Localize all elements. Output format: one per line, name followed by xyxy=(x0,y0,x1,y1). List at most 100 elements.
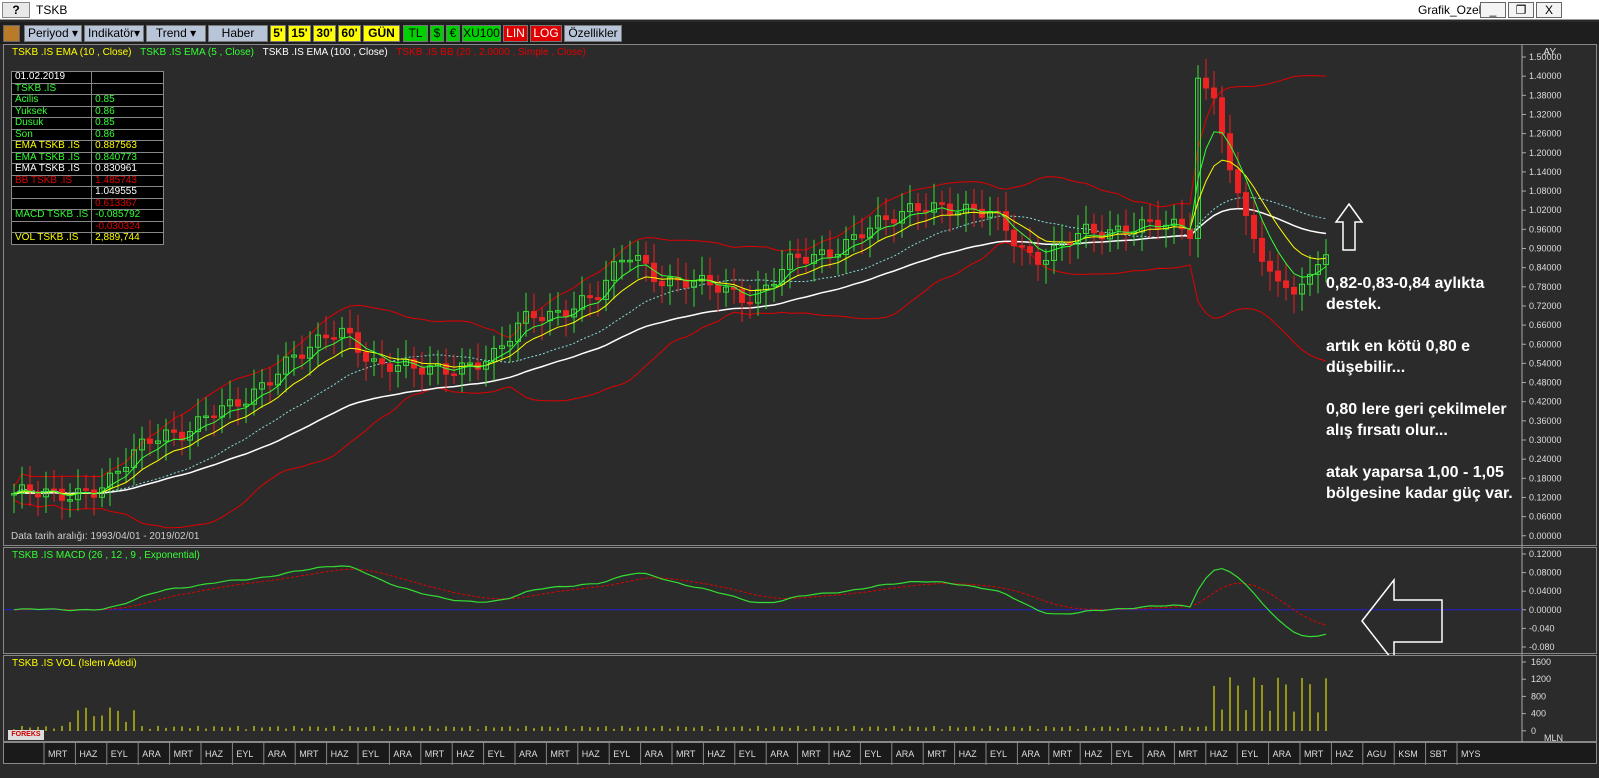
period-60-button[interactable]: 60' xyxy=(338,25,361,42)
time-label: ARA xyxy=(896,749,915,759)
info-key: EMA TSKB .IS xyxy=(10,151,93,164)
time-label: EYL xyxy=(488,749,505,759)
candle-body xyxy=(1291,286,1297,295)
time-label: MRT xyxy=(299,749,319,759)
info-value: 0.85 xyxy=(91,94,165,107)
time-label: HAZ xyxy=(79,749,98,759)
vol-tick-label: 1200 xyxy=(1531,674,1551,684)
bb-middle-line xyxy=(13,196,1327,494)
time-label: MRT xyxy=(1178,749,1198,759)
close-button[interactable]: X xyxy=(1536,2,1562,18)
log-scale-button[interactable]: LOG xyxy=(530,25,562,42)
candle-body xyxy=(419,367,425,375)
ozellikler-button[interactable]: Özellikler xyxy=(564,25,622,42)
info-row: TSKB .IS xyxy=(10,82,165,95)
info-row: EMA TSKB .IS 0.830961 xyxy=(10,163,165,176)
macd-tick-label: -0.040 xyxy=(1529,623,1555,633)
candle-body xyxy=(747,301,753,305)
time-label: ARA xyxy=(770,749,789,759)
candle-body xyxy=(379,358,385,365)
candle-body xyxy=(1243,192,1249,217)
price-tick-label: 0.24000 xyxy=(1529,454,1562,464)
currency-eur-button[interactable]: € xyxy=(446,25,460,42)
info-row: VOL TSKB .IS 2,889,744 xyxy=(10,232,165,245)
candle-body xyxy=(1211,87,1217,99)
time-label: ARA xyxy=(268,749,287,759)
window-name: Grafik_Ozel xyxy=(1418,3,1482,17)
info-value: 1.049555 xyxy=(91,186,165,199)
symbol-title: TSKB xyxy=(36,3,68,17)
candle-body xyxy=(915,203,921,212)
indikator-label: Indikatör xyxy=(87,26,134,40)
time-label: HAZ xyxy=(205,749,224,759)
time-label: MRT xyxy=(802,749,822,759)
volume-panel[interactable]: TSKB .IS VOL (Islem Adedi) 1600 1200 800 40… xyxy=(3,655,1597,743)
volume-chart: 160012008004000MLN xyxy=(13,656,1563,743)
currency-tl-button[interactable]: TL xyxy=(403,25,428,42)
time-label: ARA xyxy=(1147,749,1166,759)
period-gun-button[interactable]: GÜN xyxy=(363,25,400,42)
candle-body xyxy=(531,311,537,319)
price-tick-label: 0.72000 xyxy=(1529,301,1562,311)
minimize-button[interactable]: _ xyxy=(1480,2,1506,18)
currency-usd-button[interactable]: $ xyxy=(430,25,444,42)
price-tick-label: 0.60000 xyxy=(1529,339,1562,349)
candle-body xyxy=(1203,77,1209,89)
candle-body xyxy=(1027,246,1033,253)
time-label: HAZ xyxy=(582,749,601,759)
info-row: -0.030324 xyxy=(10,220,165,233)
price-tick-label: 0.36000 xyxy=(1529,416,1562,426)
time-label: HAZ xyxy=(1084,749,1103,759)
linear-scale-button[interactable]: LIN xyxy=(503,25,528,42)
macd-panel[interactable]: TSKB .IS MACD (26 , 12 , 9 , Exponential… xyxy=(3,547,1597,664)
restore-button[interactable]: ❐ xyxy=(1508,2,1534,18)
xu100-button[interactable]: XU100 xyxy=(462,25,501,42)
candle-body xyxy=(147,438,153,444)
indikator-dropdown[interactable]: Indikatör▾ xyxy=(84,25,144,42)
time-label: EYL xyxy=(111,749,128,759)
help-button[interactable]: ? xyxy=(2,2,30,18)
candle-body xyxy=(323,334,329,339)
time-label: MRT xyxy=(927,749,947,759)
time-label: MYS xyxy=(1461,749,1481,759)
candle-body xyxy=(1251,215,1257,239)
toolbar: Periyod ▾ Indikatör▾ Trend ▾ Haber 5' 15… xyxy=(0,22,1599,44)
price-tick-label: 0.18000 xyxy=(1529,473,1562,483)
candle-body xyxy=(803,256,809,264)
period-30-button[interactable]: 30' xyxy=(313,25,336,42)
info-value: 2,889,744 xyxy=(91,232,165,245)
price-tick-label: 0.78000 xyxy=(1529,282,1562,292)
period-15-button[interactable]: 15' xyxy=(288,25,311,42)
price-tick-label: 1.14000 xyxy=(1529,167,1562,177)
price-tick-label: 1.20000 xyxy=(1529,148,1562,158)
candle-body xyxy=(715,284,721,293)
info-key: TSKB .IS xyxy=(10,82,93,95)
candle-body xyxy=(1091,223,1097,234)
haber-button[interactable]: Haber xyxy=(208,25,268,42)
time-label: ARA xyxy=(142,749,161,759)
info-row: 01.02.2019 xyxy=(10,71,165,84)
price-tick-label: 0.66000 xyxy=(1529,320,1562,330)
info-key: Son xyxy=(10,128,93,141)
period-5-button[interactable]: 5' xyxy=(270,25,286,42)
info-row: 1.049555 xyxy=(10,186,165,199)
time-label: HAZ xyxy=(1335,749,1354,759)
price-tick-label: 0.48000 xyxy=(1529,378,1562,388)
candle-body xyxy=(1011,229,1017,247)
time-label: MRT xyxy=(1053,749,1073,759)
time-label: EYL xyxy=(236,749,253,759)
periyod-dropdown[interactable]: Periyod ▾ xyxy=(24,25,82,42)
info-key xyxy=(10,186,93,199)
macd-tick-label: -0.080 xyxy=(1529,642,1555,652)
candle-body xyxy=(1259,237,1265,262)
info-key xyxy=(10,197,93,210)
macd-tick-label: 0.00000 xyxy=(1529,605,1562,615)
time-label: KSM xyxy=(1398,749,1418,759)
trend-dropdown[interactable]: Trend ▾ xyxy=(146,25,206,42)
app-icon[interactable] xyxy=(3,25,20,42)
time-label: HAZ xyxy=(1210,749,1229,759)
time-label: MRT xyxy=(425,749,445,759)
candle-body xyxy=(83,488,89,491)
candle-body xyxy=(1283,280,1289,288)
time-axis: MRT HAZ EYL ARA MRT HAZ EYL ARA MRT HAZ EYL ARA MRT H… xyxy=(3,742,1597,765)
